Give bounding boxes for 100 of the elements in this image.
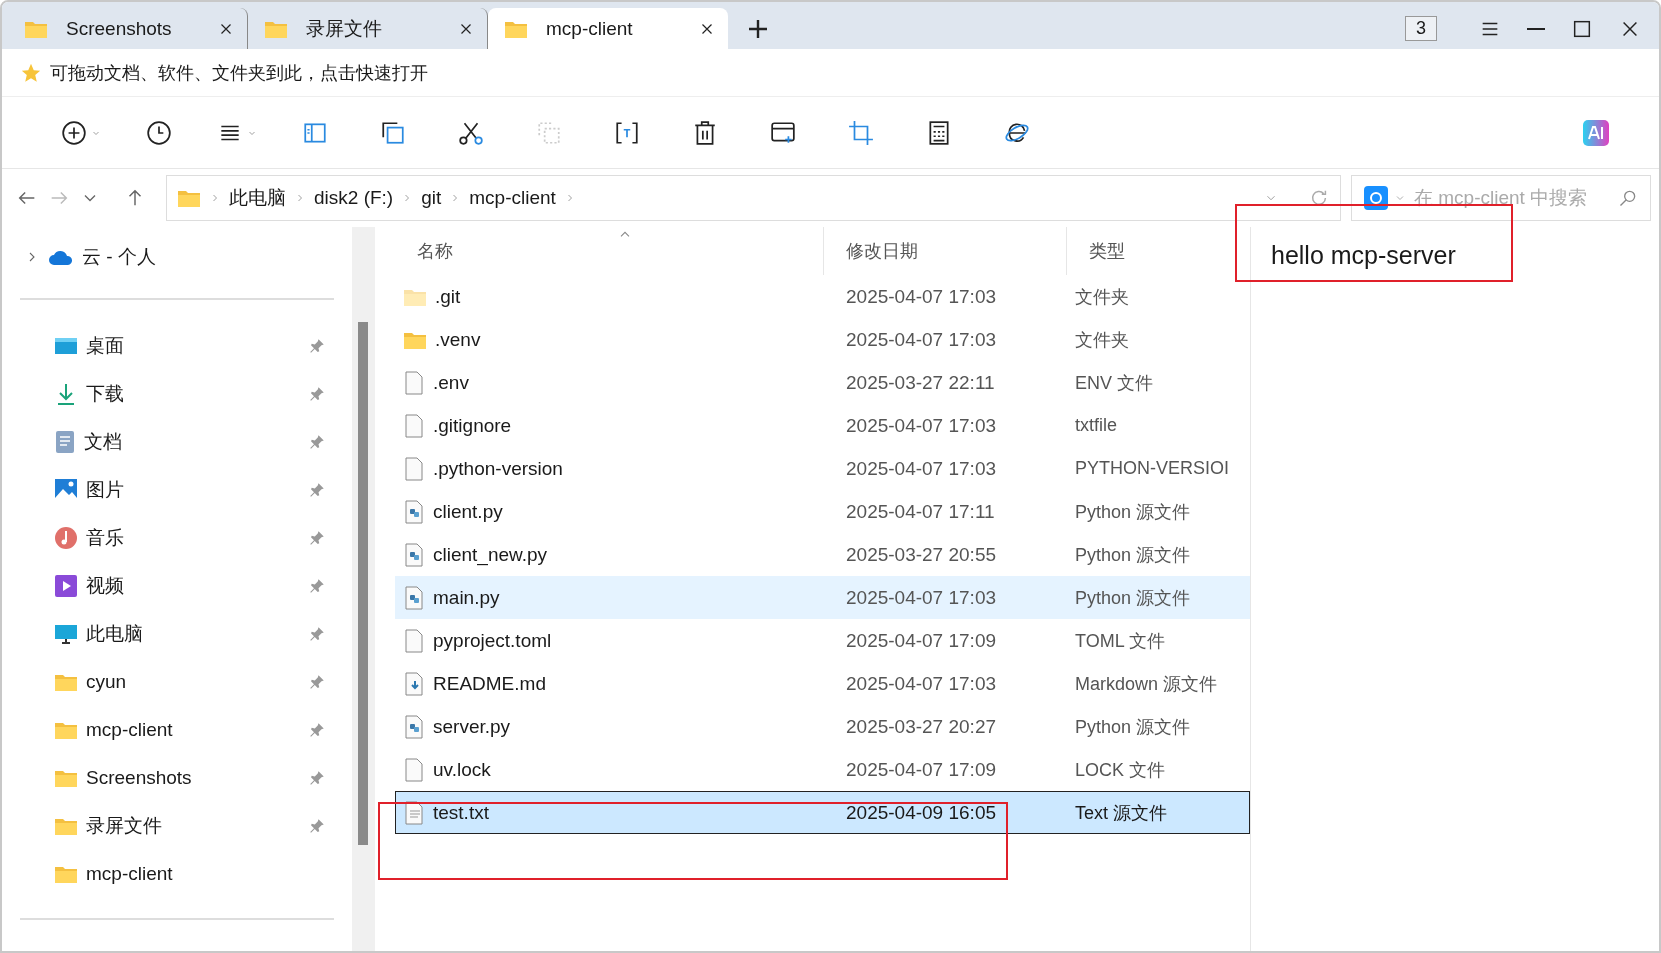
computer-icon — [54, 622, 78, 646]
file-icon — [403, 757, 425, 782]
file-name: .env — [433, 371, 469, 394]
preview-text: hello mcp-server — [1271, 241, 1456, 269]
file-name: test.txt — [433, 801, 489, 824]
file-name: .venv — [435, 328, 481, 351]
file-name: .gitignore — [433, 414, 512, 437]
tab[interactable]: 录屏文件 — [248, 8, 488, 49]
address-bar[interactable]: 此电脑 disk2 (F:) git mcp-client — [166, 175, 1341, 221]
pin-icon — [308, 529, 326, 547]
file-row[interactable]: pyproject.toml 2025-04-07 17:09 TOML 文件 — [395, 619, 1250, 662]
folder-icon — [54, 768, 78, 788]
column-header[interactable]: 修改日期 — [823, 227, 1066, 275]
new-window-icon — [770, 119, 796, 146]
sidebar-item[interactable]: cyun — [2, 658, 352, 706]
file-icon — [403, 456, 425, 481]
pin-icon — [308, 721, 326, 739]
plus-icon — [746, 17, 770, 41]
file-row[interactable]: client_new.py 2025-03-27 20:55 Python 源文件 — [395, 533, 1250, 576]
search-engine-icon — [1364, 186, 1388, 210]
file-row[interactable]: .env 2025-03-27 22:11 ENV 文件 — [395, 361, 1250, 404]
picture-icon — [54, 478, 78, 502]
music-icon — [54, 526, 78, 550]
modified-date: 2025-04-09 16:05 — [845, 801, 997, 824]
file-row[interactable]: README.md 2025-04-07 17:03 Markdown 源文件 — [395, 662, 1250, 705]
modified-date: 2025-04-07 17:03 — [845, 414, 997, 437]
file-name: README.md — [433, 672, 546, 695]
modified-date: 2025-04-07 17:09 — [845, 758, 997, 781]
file-name: client_new.py — [433, 543, 548, 566]
sidebar-item[interactable]: 云 - 个人 — [2, 233, 352, 281]
sidebar-item[interactable]: Screenshots — [2, 754, 352, 802]
file-icon — [403, 413, 425, 438]
breadcrumb[interactable]: disk2 (F:) — [314, 187, 394, 209]
pin-icon — [308, 337, 326, 355]
file-type: ENV 文件 — [1074, 371, 1154, 395]
sidebar-item[interactable]: 桌面 — [2, 322, 352, 370]
modified-date: 2025-04-07 17:03 — [845, 672, 997, 695]
file-type: 文件夹 — [1074, 285, 1130, 309]
ai-button[interactable] — [1583, 119, 1609, 146]
new-tab-button[interactable] — [746, 17, 770, 41]
tab-count[interactable]: 3 — [1405, 16, 1437, 41]
file-name: uv.lock — [433, 758, 491, 781]
tab[interactable]: mcp-client — [488, 8, 728, 49]
file-row[interactable]: client.py 2025-04-07 17:11 Python 源文件 — [395, 490, 1250, 533]
file-name: server.py — [433, 715, 511, 738]
sidebar-item[interactable]: mcp-client — [2, 706, 352, 754]
modified-date: 2025-04-07 17:03 — [845, 586, 997, 609]
pin-icon — [308, 673, 326, 691]
file-row[interactable]: .gitignore 2025-04-07 17:03 txtfile — [395, 404, 1250, 447]
file-row[interactable]: uv.lock 2025-04-07 17:09 LOCK 文件 — [395, 748, 1250, 791]
markdown-file-icon — [403, 671, 425, 696]
column-header[interactable]: 类型 — [1066, 227, 1251, 275]
column-header[interactable]: 名称 — [395, 227, 823, 275]
sidebar-item[interactable]: 下载 — [2, 370, 352, 418]
pin-icon — [308, 481, 326, 499]
file-row[interactable]: main.py 2025-04-07 17:03 Python 源文件 — [395, 576, 1250, 619]
python-file-icon — [403, 585, 425, 610]
breadcrumb[interactable]: git — [421, 187, 442, 209]
breadcrumb[interactable]: mcp-client — [469, 187, 556, 209]
modified-date: 2025-03-27 22:11 — [845, 371, 996, 394]
sidebar-item[interactable]: 音乐 — [2, 514, 352, 562]
delete-icon — [692, 119, 718, 146]
sidebar-item[interactable]: 录屏文件 — [2, 802, 352, 850]
file-row[interactable]: server.py 2025-03-27 20:27 Python 源文件 — [395, 705, 1250, 748]
modified-date: 2025-04-07 17:03 — [845, 457, 997, 480]
folder-icon — [177, 188, 201, 208]
file-row[interactable]: .venv 2025-04-07 17:03 文件夹 — [395, 318, 1250, 361]
file-type: TOML 文件 — [1074, 629, 1166, 653]
add-icon — [60, 119, 87, 146]
crop-icon — [848, 119, 874, 146]
file-name: .python-version — [433, 457, 563, 480]
python-file-icon — [403, 714, 425, 739]
tab[interactable]: Screenshots — [8, 8, 248, 49]
pin-icon — [308, 769, 326, 787]
folder-icon — [54, 864, 78, 884]
sidebar-item[interactable]: 此电脑 — [2, 610, 352, 658]
sidebar-item[interactable]: 图片 — [2, 466, 352, 514]
file-row[interactable]: test.txt 2025-04-09 16:05 Text 源文件 — [395, 791, 1250, 834]
file-name: pyproject.toml — [433, 629, 552, 652]
calculator-icon — [926, 119, 952, 146]
modified-date: 2025-04-07 17:11 — [845, 500, 996, 523]
pin-icon — [308, 385, 326, 403]
file-row[interactable]: .python-version 2025-04-07 17:03 PYTHON-VERSIOI — [395, 447, 1250, 490]
sidebar-item[interactable]: mcp-client — [2, 850, 352, 898]
breadcrumb[interactable]: 此电脑 — [229, 185, 286, 211]
file-type: Python 源文件 — [1074, 586, 1192, 610]
file-name: main.py — [433, 586, 500, 609]
sidebar-item[interactable]: 文档 — [2, 418, 352, 466]
modified-date: 2025-04-07 17:09 — [845, 629, 997, 652]
rename-icon — [614, 119, 640, 146]
scrollbar[interactable] — [352, 227, 374, 951]
minimize-icon — [1527, 27, 1545, 30]
file-type: 文件夹 — [1074, 328, 1130, 352]
ai-logo-icon — [1583, 119, 1609, 146]
file-icon — [403, 628, 425, 653]
pin-icon — [308, 817, 326, 835]
favorites-hint: 可拖动文档、软件、文件夹到此，点击快速打开 — [50, 61, 428, 85]
file-row[interactable]: .git 2025-04-07 17:03 文件夹 — [395, 275, 1250, 318]
video-icon — [54, 574, 78, 598]
sidebar-item[interactable]: 视频 — [2, 562, 352, 610]
